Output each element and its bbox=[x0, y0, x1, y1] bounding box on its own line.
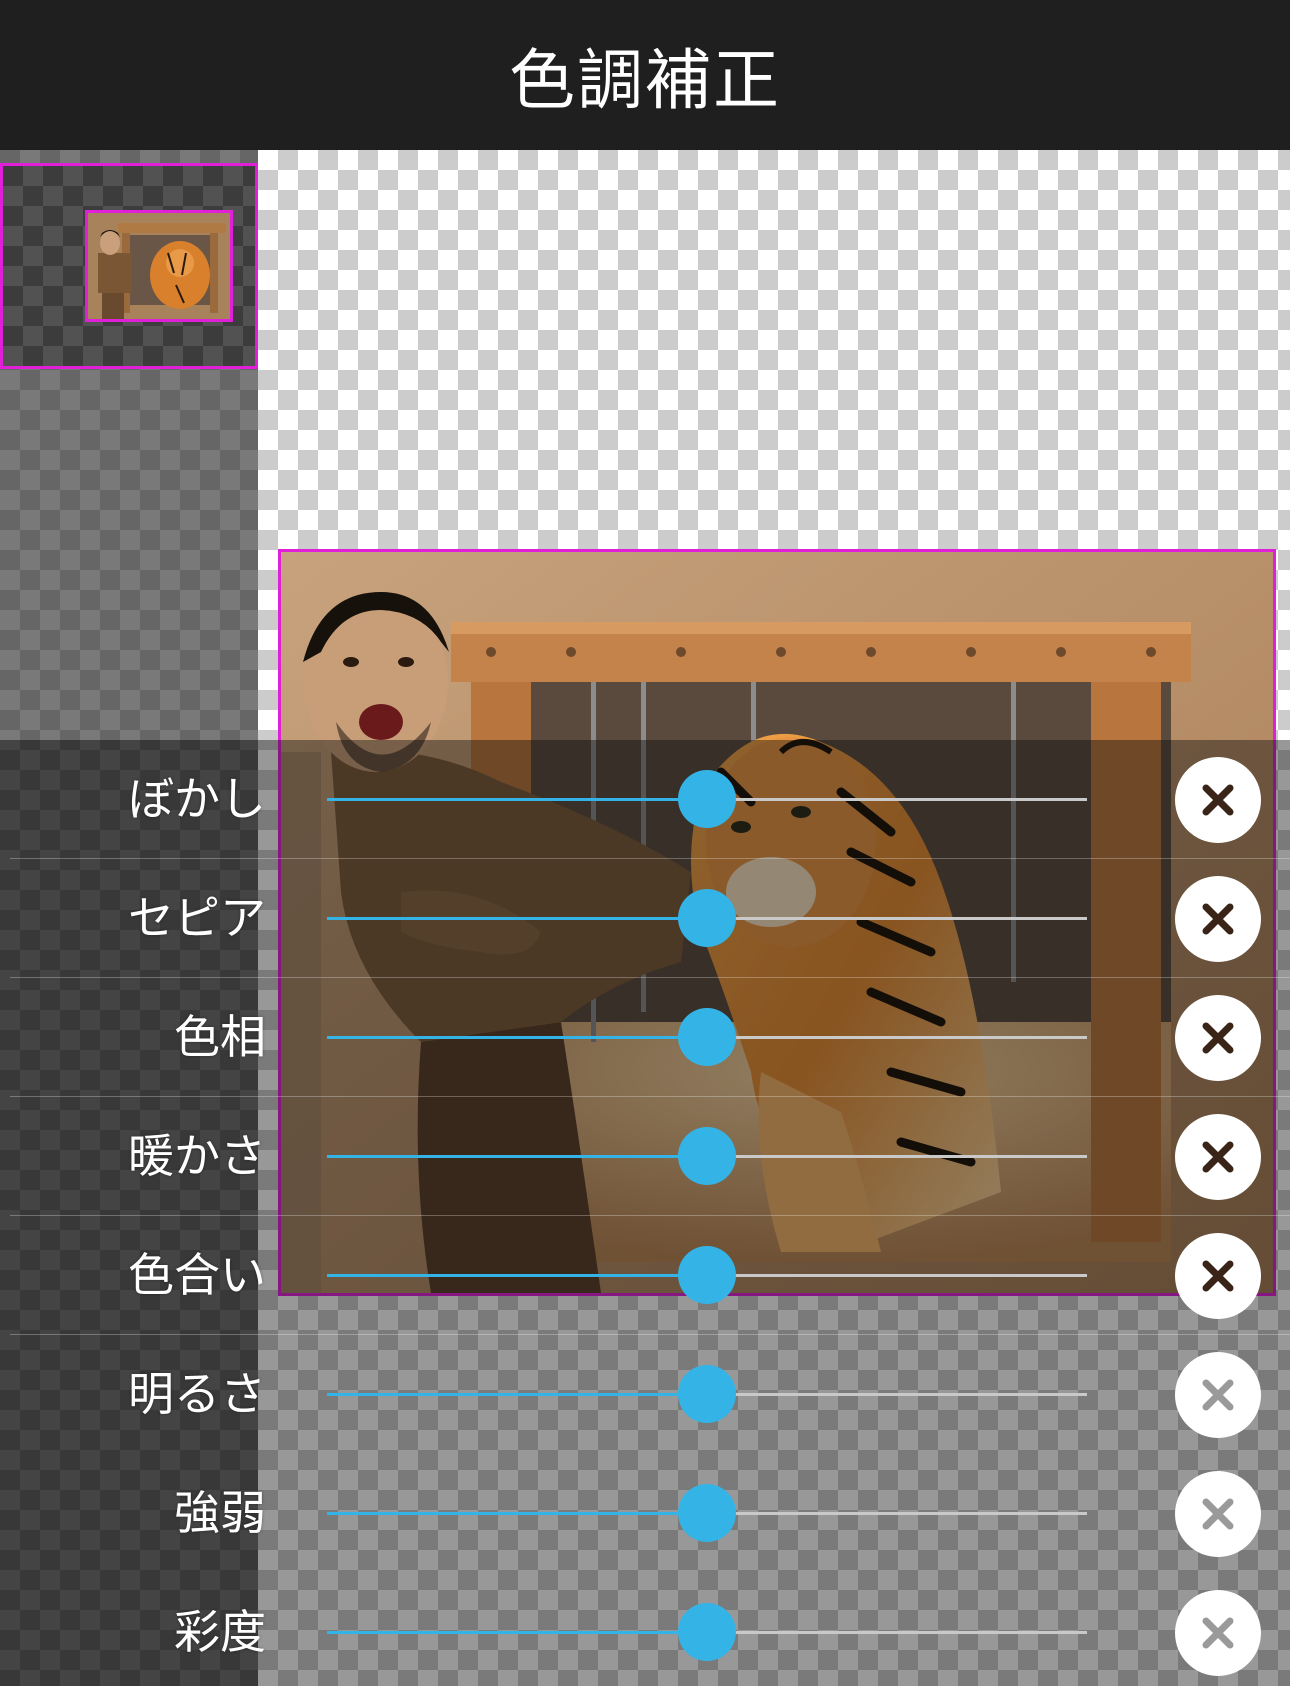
slider-thumb[interactable] bbox=[678, 1365, 736, 1423]
page-title: 色調補正 bbox=[509, 42, 781, 119]
header-bar: 色調補正 bbox=[0, 0, 1290, 150]
slider-thumb[interactable] bbox=[678, 1484, 736, 1542]
slider-hue[interactable] bbox=[327, 1008, 1087, 1066]
adjust-row-contrast: 強弱 bbox=[0, 1454, 1290, 1573]
adjust-row-warmth: 暖かさ bbox=[0, 1097, 1290, 1216]
close-icon bbox=[1202, 1141, 1234, 1173]
slider-sepia[interactable] bbox=[327, 889, 1087, 947]
adjust-label-blur: ぼかし bbox=[128, 772, 266, 826]
slider-thumb[interactable] bbox=[678, 1246, 736, 1304]
reset-tint-button[interactable] bbox=[1175, 1233, 1261, 1319]
slider-fill bbox=[327, 1393, 707, 1396]
adjust-row-hue: 色相 bbox=[0, 978, 1290, 1097]
adjust-label-warmth: 暖かさ bbox=[128, 1129, 266, 1183]
reset-sepia-button[interactable] bbox=[1175, 876, 1261, 962]
layer-thumbnail[interactable] bbox=[0, 163, 258, 369]
reset-blur-button[interactable] bbox=[1175, 757, 1261, 843]
slider-fill bbox=[327, 917, 707, 920]
slider-thumb[interactable] bbox=[678, 1603, 736, 1661]
slider-thumb[interactable] bbox=[678, 1008, 736, 1066]
close-icon bbox=[1202, 1260, 1234, 1292]
adjust-row-tint: 色合い bbox=[0, 1216, 1290, 1335]
reset-contrast-button[interactable] bbox=[1175, 1471, 1261, 1557]
slider-saturation[interactable] bbox=[327, 1603, 1087, 1661]
slider-fill bbox=[327, 1631, 707, 1634]
slider-thumb[interactable] bbox=[678, 1127, 736, 1185]
slider-fill bbox=[327, 1036, 707, 1039]
close-icon bbox=[1202, 1617, 1234, 1649]
adjust-label-contrast: 強弱 bbox=[174, 1486, 266, 1540]
slider-fill bbox=[327, 798, 707, 801]
slider-blur[interactable] bbox=[327, 770, 1087, 828]
reset-warmth-button[interactable] bbox=[1175, 1114, 1261, 1200]
adjust-row-blur: ぼかし bbox=[0, 740, 1290, 859]
adjust-row-sepia: セピア bbox=[0, 859, 1290, 978]
adjust-label-sepia: セピア bbox=[128, 891, 266, 945]
slider-thumb[interactable] bbox=[678, 889, 736, 947]
adjust-label-saturation: 彩度 bbox=[174, 1605, 266, 1659]
close-icon bbox=[1202, 784, 1234, 816]
close-icon bbox=[1202, 903, 1234, 935]
adjust-label-hue: 色相 bbox=[174, 1010, 266, 1064]
adjust-row-brightness: 明るさ bbox=[0, 1335, 1290, 1454]
slider-thumb[interactable] bbox=[678, 770, 736, 828]
slider-brightness[interactable] bbox=[327, 1365, 1087, 1423]
slider-contrast[interactable] bbox=[327, 1484, 1087, 1542]
slider-fill bbox=[327, 1512, 707, 1515]
slider-fill bbox=[327, 1274, 707, 1277]
close-icon bbox=[1202, 1379, 1234, 1411]
adjust-row-saturation: 彩度 bbox=[0, 1573, 1290, 1692]
adjustment-panel: ぼかし セピア 色相 暖かさ 色合い 明るさ 強弱 彩度 bbox=[0, 740, 1290, 1686]
close-icon bbox=[1202, 1498, 1234, 1530]
reset-hue-button[interactable] bbox=[1175, 995, 1261, 1081]
slider-warmth[interactable] bbox=[327, 1127, 1087, 1185]
close-icon bbox=[1202, 1022, 1234, 1054]
reset-brightness-button[interactable] bbox=[1175, 1352, 1261, 1438]
adjust-label-tint: 色合い bbox=[128, 1248, 266, 1302]
slider-tint[interactable] bbox=[327, 1246, 1087, 1304]
adjust-label-brightness: 明るさ bbox=[128, 1367, 266, 1421]
reset-saturation-button[interactable] bbox=[1175, 1590, 1261, 1676]
slider-fill bbox=[327, 1155, 707, 1158]
layer-thumbnail-image bbox=[85, 210, 233, 322]
